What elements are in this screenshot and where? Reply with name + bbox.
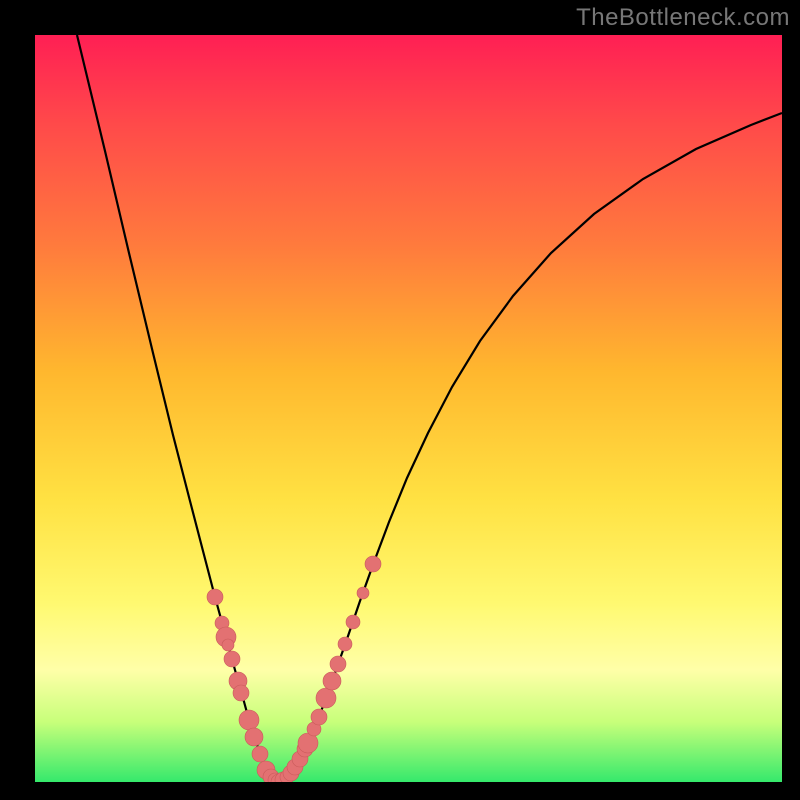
scatter-dot bbox=[357, 587, 369, 599]
scatter-dot bbox=[222, 639, 234, 651]
scatter-dot bbox=[224, 651, 240, 667]
watermark-text: TheBottleneck.com bbox=[576, 4, 790, 32]
curve-left bbox=[77, 35, 279, 782]
curve-right bbox=[279, 113, 782, 782]
scatter-dot bbox=[239, 710, 259, 730]
scatter-dot bbox=[233, 685, 249, 701]
scatter-dot bbox=[311, 709, 327, 725]
chart-frame: TheBottleneck.com bbox=[0, 0, 800, 800]
plot-area bbox=[35, 35, 782, 782]
scatter-dot bbox=[338, 637, 352, 651]
scatter-dot bbox=[346, 615, 360, 629]
scatter-dot bbox=[252, 746, 268, 762]
scatter-dot bbox=[316, 688, 336, 708]
scatter-dot bbox=[365, 556, 381, 572]
chart-svg bbox=[35, 35, 782, 782]
scatter-dot bbox=[245, 728, 263, 746]
scatter-dot bbox=[323, 672, 341, 690]
scatter-dot bbox=[207, 589, 223, 605]
scatter-dots bbox=[207, 556, 381, 782]
scatter-dot bbox=[330, 656, 346, 672]
